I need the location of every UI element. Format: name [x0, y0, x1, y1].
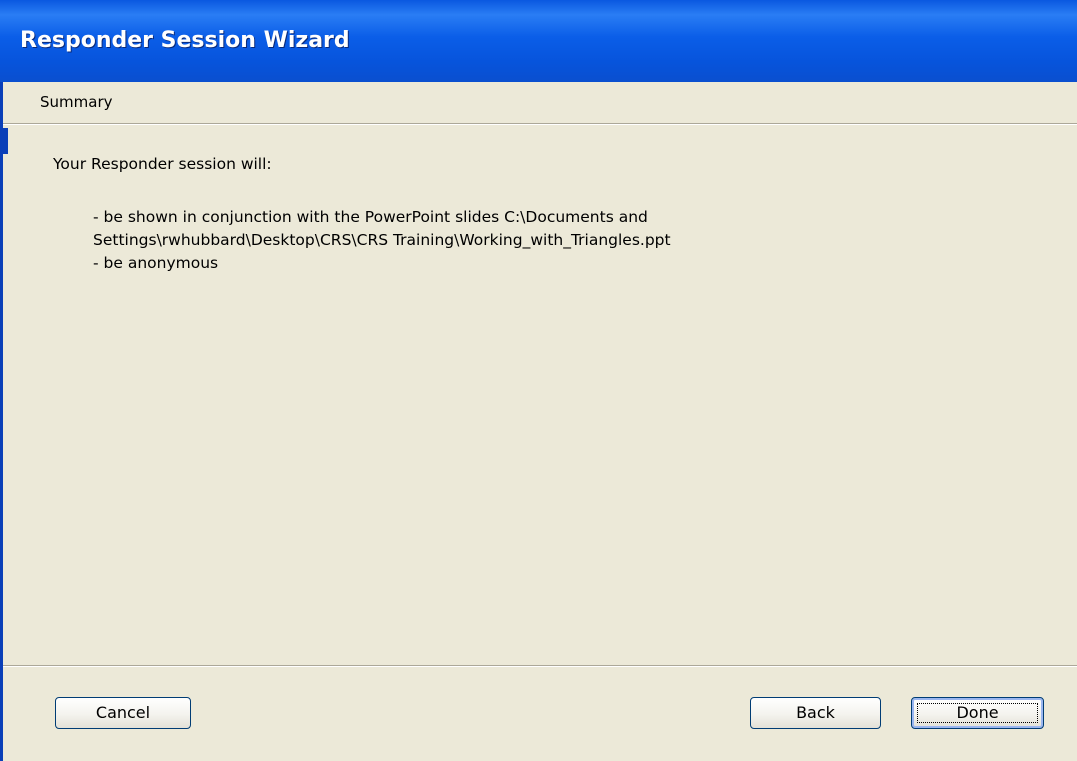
- cancel-button[interactable]: Cancel: [55, 697, 191, 729]
- title-bar[interactable]: Responder Session Wizard: [0, 0, 1077, 82]
- back-button[interactable]: Back: [750, 697, 881, 729]
- summary-line: - be shown in conjunction with the Power…: [93, 208, 648, 226]
- footer-separator-highlight: [3, 666, 1077, 667]
- window-title: Responder Session Wizard: [20, 28, 350, 53]
- done-button-label: Done: [956, 703, 999, 722]
- wizard-window: Responder Session Wizard Summary Your Re…: [0, 0, 1077, 761]
- wizard-header: [3, 82, 1077, 124]
- done-button[interactable]: Done: [911, 697, 1044, 729]
- summary-intro: Your Responder session will:: [53, 155, 272, 173]
- header-separator-highlight: [3, 124, 1077, 125]
- left-frame-border: [0, 82, 3, 761]
- summary-line: - be anonymous: [93, 254, 219, 272]
- step-title: Summary: [40, 93, 113, 111]
- left-frame-marker: [0, 128, 8, 154]
- summary-line: Settings\rwhubbard\Desktop\CRS\CRS Train…: [93, 231, 671, 249]
- summary-details: - be shown in conjunction with the Power…: [93, 206, 973, 275]
